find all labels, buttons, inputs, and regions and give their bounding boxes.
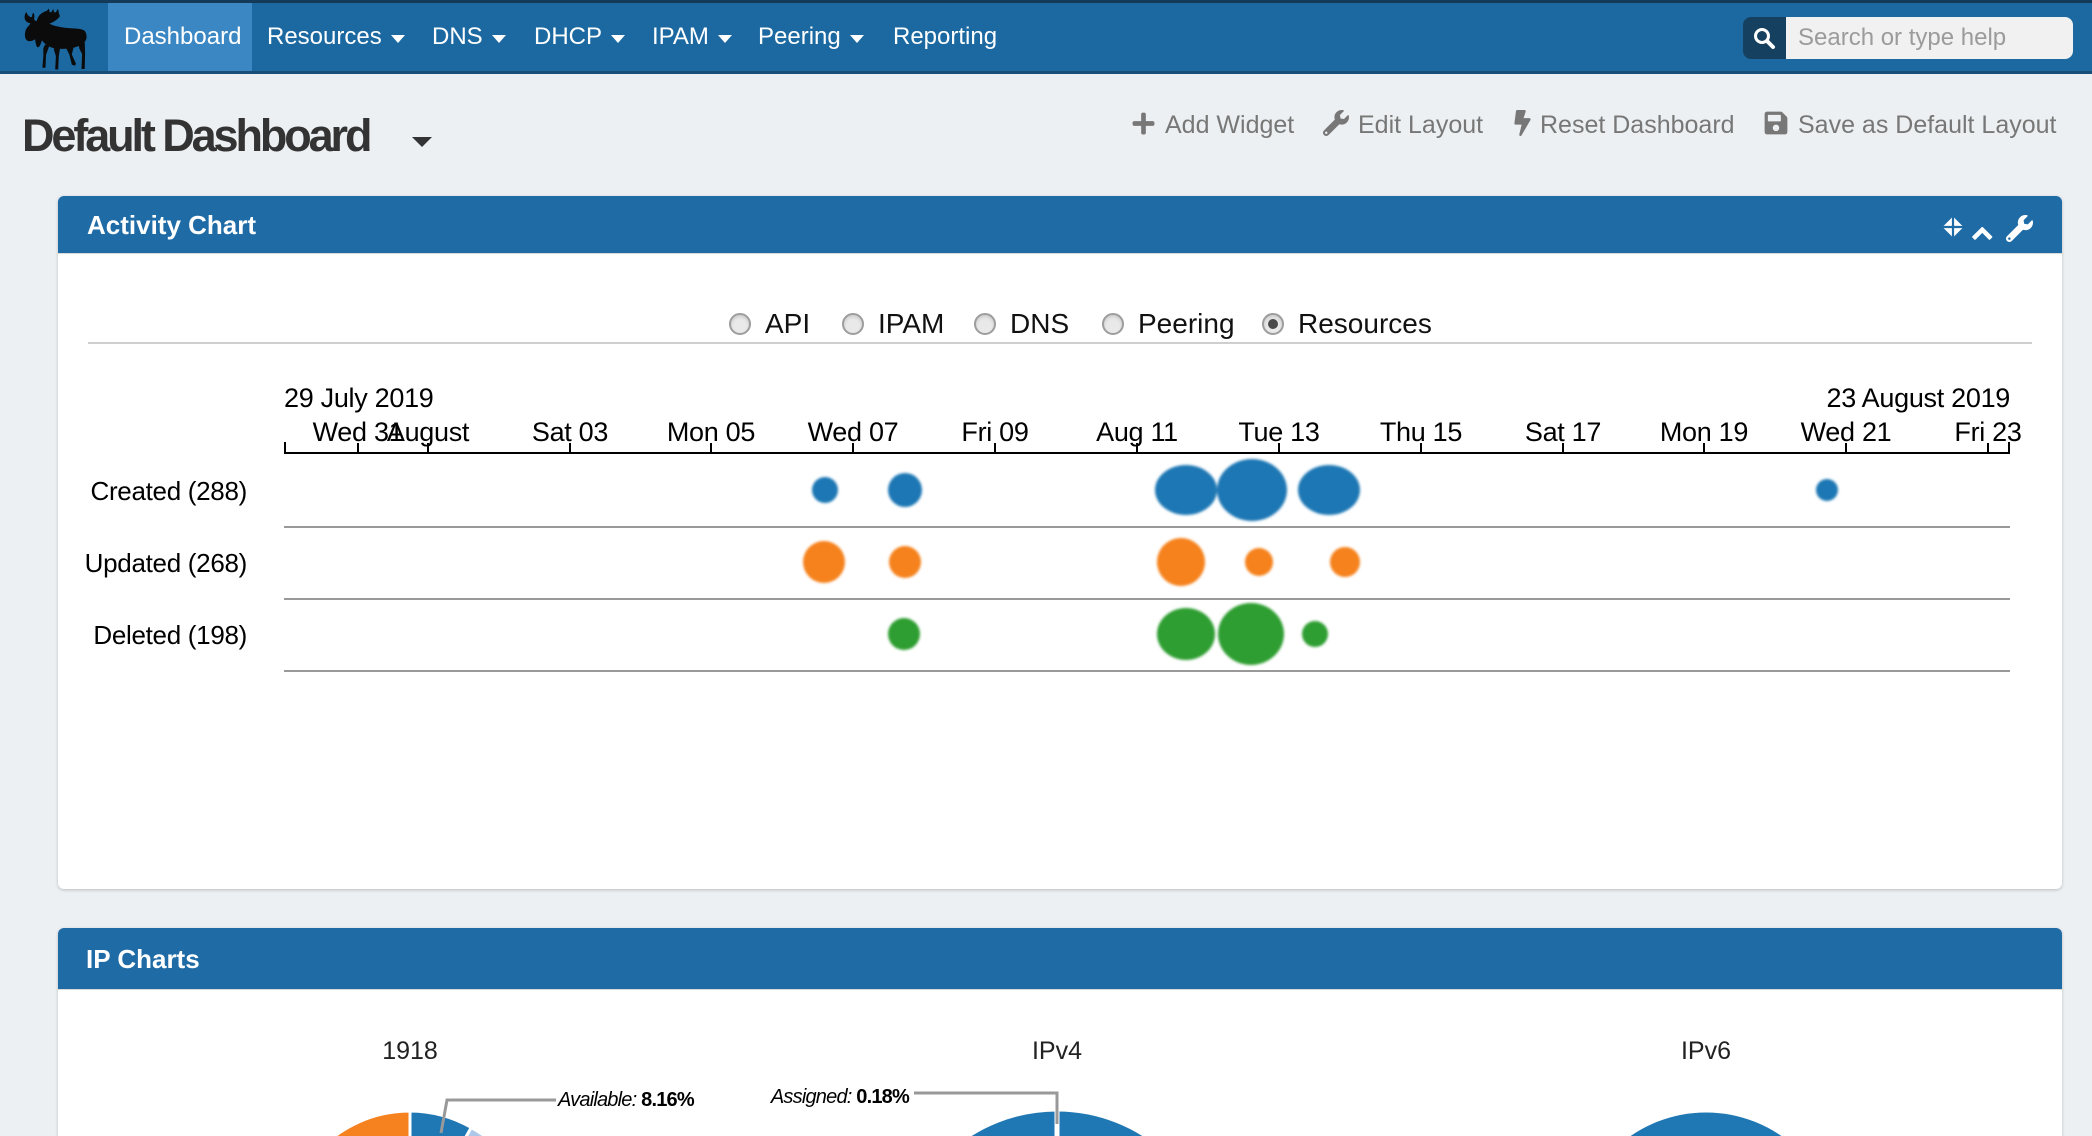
svg-text:Wed 07: Wed 07	[808, 417, 899, 447]
svg-text:Updated (268): Updated (268)	[85, 548, 247, 578]
svg-text:Aug 11: Aug 11	[1096, 417, 1178, 447]
svg-text:Fri 09: Fri 09	[961, 417, 1028, 447]
svg-text:Thu 15: Thu 15	[1380, 417, 1462, 447]
svg-text:Mon 05: Mon 05	[667, 417, 755, 447]
svg-text:IPv6: IPv6	[1681, 1037, 1731, 1065]
svg-text:August: August	[387, 417, 470, 447]
svg-text:Available: 8.16%: Available: 8.16%	[557, 1089, 695, 1111]
svg-text:Deleted (198): Deleted (198)	[93, 620, 247, 650]
svg-text:Fri 23: Fri 23	[1954, 417, 2021, 447]
svg-text:Wed 21: Wed 21	[1801, 417, 1892, 447]
svg-text:1918: 1918	[382, 1037, 438, 1065]
svg-text:Mon 19: Mon 19	[1660, 417, 1748, 447]
svg-text:Sat 17: Sat 17	[1525, 417, 1601, 447]
svg-text:Sat 03: Sat 03	[532, 417, 608, 447]
svg-text:Created (288): Created (288)	[90, 476, 247, 506]
svg-text:IPv4: IPv4	[1032, 1037, 1082, 1065]
svg-text:23 August 2019: 23 August 2019	[1827, 383, 2010, 413]
svg-text:Assigned: 0.18%: Assigned: 0.18%	[770, 1086, 910, 1108]
svg-text:Tue 13: Tue 13	[1238, 417, 1319, 447]
svg-text:29 July 2019: 29 July 2019	[284, 383, 434, 413]
